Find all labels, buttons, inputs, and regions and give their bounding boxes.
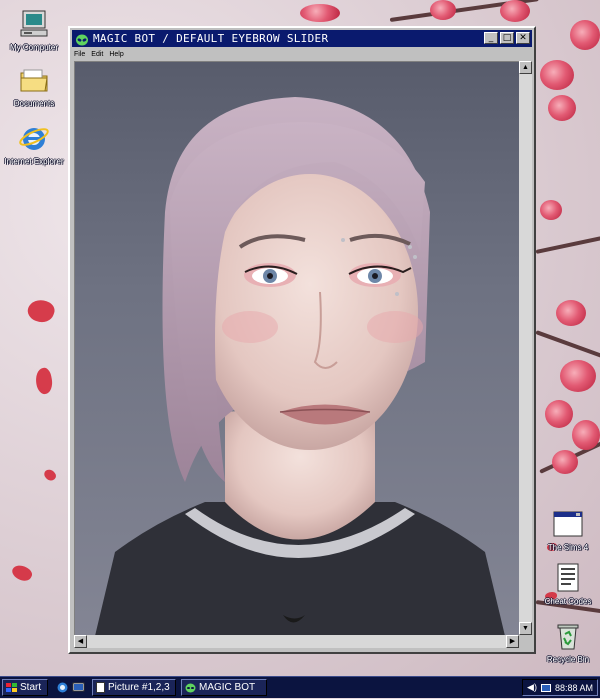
minimize-button[interactable]: _ — [484, 32, 498, 44]
scroll-right-icon[interactable]: ▶ — [506, 635, 519, 648]
scroll-left-icon[interactable]: ◀ — [74, 635, 87, 648]
petal — [33, 366, 55, 396]
blossom — [560, 360, 596, 392]
blossom — [540, 200, 562, 220]
petal — [42, 467, 58, 483]
desktop-icon-cheat-codes[interactable]: Cheat Codes — [536, 562, 600, 606]
window-title: MAGIC BOT / DEFAULT EYEBROW SLIDER — [93, 32, 329, 45]
recycle-bin-icon — [552, 620, 584, 652]
app-window: MAGIC BOT / DEFAULT EYEBROW SLIDER _ □ ✕… — [68, 26, 536, 654]
vertical-scrollbar[interactable]: ▲ ▼ — [519, 61, 532, 635]
taskbar: Start Picture #1,2,3 MAGIC BOT ◀) 88:88 … — [0, 676, 600, 698]
blossom — [556, 300, 586, 326]
task-label: Picture #1,2,3 — [108, 682, 170, 693]
portrait-image — [95, 97, 505, 636]
desktop-icon-my-computer[interactable]: My Computer — [2, 8, 66, 52]
ie-icon[interactable] — [56, 681, 69, 694]
maximize-button[interactable]: □ — [500, 32, 514, 44]
start-label: Start — [20, 682, 42, 693]
window-app-icon — [552, 508, 584, 540]
petal — [9, 561, 35, 585]
minimize-icon: _ — [488, 33, 494, 43]
task-label: MAGIC BOT — [199, 682, 256, 693]
menu-bar: File Edit Help — [74, 48, 124, 60]
desktop-icon-label: Internet Explorer — [4, 157, 64, 166]
blossom-branch — [535, 330, 600, 362]
blossom — [545, 400, 573, 428]
blossom — [548, 95, 576, 121]
desktop-icon-documents[interactable]: Documents — [2, 64, 66, 108]
desktop-icon-label: The Sims 4 — [547, 543, 589, 552]
windows-logo-icon — [6, 682, 17, 693]
blossom-branch — [535, 231, 600, 254]
speaker-icon[interactable]: ◀) — [527, 682, 537, 693]
task-picture[interactable]: Picture #1,2,3 — [92, 679, 176, 696]
computer-icon — [18, 8, 50, 40]
blossom — [300, 4, 340, 22]
blossom — [430, 0, 456, 20]
blossom — [570, 20, 600, 50]
blossom — [572, 420, 600, 450]
scroll-up-icon[interactable]: ▲ — [519, 61, 532, 74]
internet-explorer-icon — [18, 122, 50, 154]
desktop-icon-label: Documents — [13, 99, 55, 108]
desktop-icon-internet-explorer[interactable]: Internet Explorer — [2, 122, 66, 166]
image-document-icon — [96, 682, 105, 693]
clock: 88:88 AM — [554, 682, 593, 693]
desktop-icon-label: Recycle Bin — [546, 655, 590, 664]
monitor-icon[interactable] — [540, 683, 551, 692]
text-document-icon — [552, 562, 584, 594]
maximize-icon: □ — [502, 33, 512, 43]
alien-head-icon — [75, 33, 89, 45]
menu-file[interactable]: File — [74, 51, 85, 58]
scroll-down-icon[interactable]: ▼ — [519, 622, 532, 635]
horizontal-scrollbar[interactable]: ◀ ▶ — [74, 635, 519, 648]
resize-grip[interactable] — [519, 635, 532, 648]
system-tray: ◀) 88:88 AM — [522, 679, 598, 696]
start-button[interactable]: Start — [2, 679, 48, 696]
blossom — [540, 60, 574, 90]
petal — [25, 296, 57, 326]
close-icon: ✕ — [519, 33, 527, 43]
task-magic-bot[interactable]: MAGIC BOT — [181, 679, 267, 696]
folder-icon — [18, 64, 50, 96]
desktop-icon-label: Cheat Codes — [544, 597, 592, 606]
blossom — [552, 450, 578, 474]
desktop-icon-recycle-bin[interactable]: Recycle Bin — [536, 620, 600, 664]
close-button[interactable]: ✕ — [516, 32, 530, 44]
image-viewport — [74, 61, 520, 636]
desktop-icon[interactable] — [72, 681, 85, 694]
window-titlebar[interactable]: MAGIC BOT / DEFAULT EYEBROW SLIDER _ □ ✕ — [72, 30, 532, 47]
menu-help[interactable]: Help — [109, 51, 123, 58]
alien-head-icon — [185, 683, 196, 693]
blossom — [500, 0, 530, 22]
desktop-icon-label: My Computer — [9, 43, 58, 52]
menu-edit[interactable]: Edit — [91, 51, 103, 58]
desktop-icon-the-sims-4[interactable]: The Sims 4 — [536, 508, 600, 552]
